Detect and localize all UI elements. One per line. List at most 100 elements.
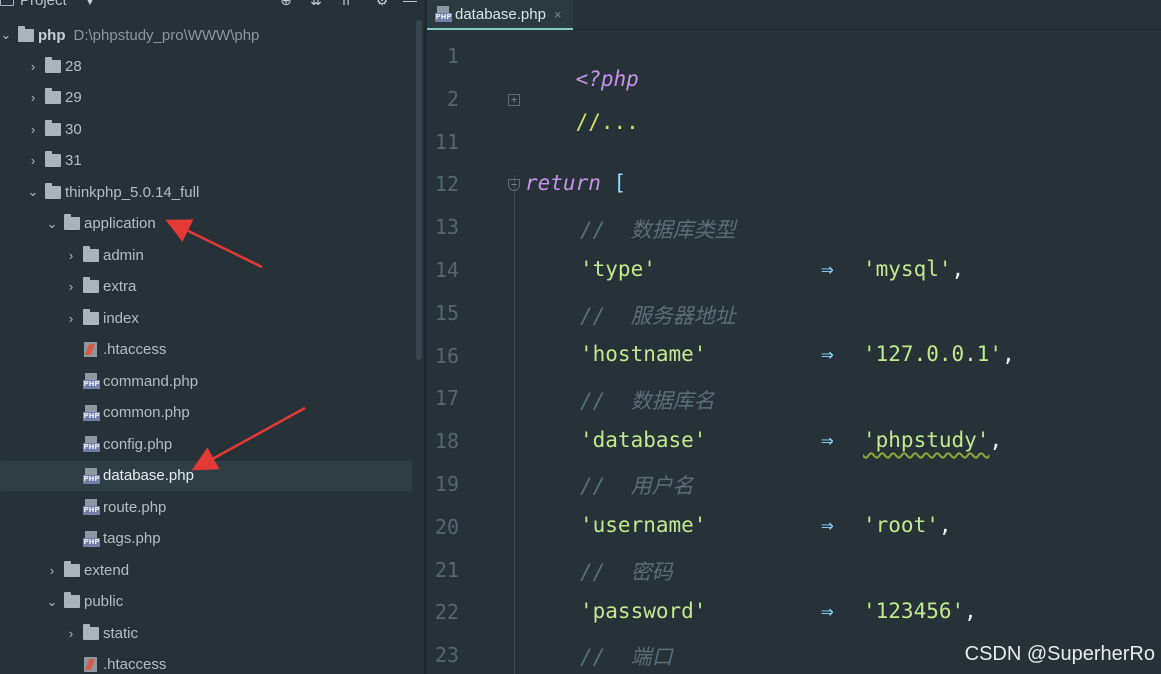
- code-line-20[interactable]: 'username': [580, 513, 706, 537]
- htaccess-file-icon: [83, 656, 99, 673]
- code-line-16[interactable]: 'hostname': [580, 342, 706, 366]
- tab-database-php[interactable]: PHP database.php ×: [427, 0, 573, 30]
- tab-label: database.php: [455, 5, 546, 23]
- line-number: 11: [434, 129, 459, 154]
- value-username: 'root',: [863, 513, 952, 537]
- tree-item-label: 29: [65, 89, 82, 106]
- comment-port[interactable]: // 端口: [580, 641, 673, 671]
- code-line-2[interactable]: //...: [525, 86, 639, 158]
- comment-username[interactable]: // 用户名: [580, 470, 694, 500]
- tree-item-public[interactable]: ⌄ public: [0, 587, 412, 617]
- tree-item-database-php[interactable]: PHP database.php: [0, 460, 412, 491]
- tree-item-28[interactable]: › 28: [0, 51, 412, 81]
- folder-icon: [18, 25, 34, 42]
- indent-guide: [514, 175, 515, 674]
- tree-item-30[interactable]: › 30: [0, 114, 412, 144]
- folder-icon: [45, 56, 61, 73]
- tree-item-label: 28: [65, 57, 82, 75]
- project-panel: Project ▼ ⊕ ⇊ ⇈ ⚙ — ⌄ php D:\phpstudy_pr…: [0, 0, 424, 674]
- tree-item-29[interactable]: › 29: [0, 83, 412, 113]
- tree-item-static[interactable]: › static: [0, 618, 412, 648]
- tree-item-label: thinkphp_5.0.14_full: [65, 183, 200, 201]
- chevron-down-icon[interactable]: ⌄: [27, 184, 39, 200]
- fold-expand-icon[interactable]: +: [508, 94, 520, 106]
- comment-hostname[interactable]: // 服务器地址: [580, 300, 736, 330]
- arrow-operator: ⇒: [821, 257, 834, 281]
- folded-block[interactable]: //...: [576, 110, 639, 134]
- tree-item-label: extend: [84, 561, 130, 579]
- tree-item-31[interactable]: › 31: [0, 146, 412, 176]
- tree-item-config-php[interactable]: PHP config.php: [0, 429, 412, 459]
- php-file-icon: PHP: [83, 467, 100, 484]
- root-folder-path: D:\phpstudy_pro\WWW\php: [73, 26, 260, 44]
- tree-item-label: application: [84, 215, 156, 232]
- tree-item-index[interactable]: › index: [0, 303, 412, 333]
- gear-icon[interactable]: ⚙: [374, 0, 390, 8]
- folder-icon: [64, 560, 80, 577]
- open-bracket: [: [613, 171, 627, 195]
- chevron-right-icon[interactable]: ›: [46, 563, 58, 578]
- line-number: 1: [446, 44, 459, 68]
- code-line-18[interactable]: 'database': [580, 428, 706, 452]
- folder-icon: [45, 88, 61, 104]
- chevron-right-icon[interactable]: ›: [65, 626, 77, 641]
- tree-item-label: extra: [103, 278, 137, 295]
- code-line-14[interactable]: 'type': [580, 257, 656, 281]
- line-number: 2: [446, 86, 459, 111]
- code-line-22[interactable]: 'password': [580, 599, 706, 623]
- line-number: 21: [434, 557, 459, 582]
- tree-item-thinkphp-5-0-14-full[interactable]: ⌄ thinkphp_5.0.14_full: [0, 177, 412, 207]
- minimize-icon[interactable]: —: [402, 0, 418, 8]
- folder-icon: [64, 592, 80, 608]
- chevron-right-icon[interactable]: ›: [27, 153, 39, 168]
- arrow-operator: ⇒: [821, 599, 834, 623]
- project-icon: [0, 0, 14, 6]
- tree-item-htaccess[interactable]: .htaccess: [0, 650, 412, 674]
- chevron-down-icon[interactable]: ▼: [84, 0, 96, 8]
- comment-password[interactable]: // 密码: [580, 556, 673, 586]
- tree-root[interactable]: ⌄ php D:\phpstudy_pro\WWW\php: [0, 20, 412, 50]
- line-number: 12: [434, 172, 459, 197]
- collapse-all-icon[interactable]: ⇈: [338, 0, 354, 8]
- tree-item-application[interactable]: ⌄ application: [0, 209, 412, 239]
- tree-item-route-php[interactable]: PHP route.php: [0, 492, 412, 522]
- chevron-down-icon[interactable]: ⌄: [0, 27, 12, 43]
- tree-scrollbar[interactable]: [416, 20, 422, 360]
- chevron-right-icon[interactable]: ›: [27, 90, 39, 105]
- tree-item-extra[interactable]: › extra: [0, 272, 412, 302]
- fold-collapse-icon[interactable]: −: [508, 179, 520, 191]
- close-icon[interactable]: ×: [554, 7, 562, 22]
- line-number: 22: [434, 600, 459, 625]
- project-panel-header: Project ▼ ⊕ ⇊ ⇈ ⚙ —: [0, 0, 424, 14]
- chevron-down-icon[interactable]: ⌄: [46, 216, 58, 232]
- folder-icon: [64, 214, 80, 230]
- tree-item-common-php[interactable]: PHP common.php: [0, 398, 412, 428]
- tree-item-htaccess[interactable]: .htaccess: [0, 335, 412, 365]
- tree-item-tags-php[interactable]: PHP tags.php: [0, 524, 412, 554]
- folder-icon: [83, 308, 99, 325]
- editor-tab-bar: PHP database.php ×: [427, 0, 1161, 30]
- line-number-gutter: 1 2 11 12 13 14 15 16 17 18 19 20 21 22 23: [427, 30, 515, 674]
- value-password: '123456',: [863, 599, 977, 623]
- locate-icon[interactable]: ⊕: [278, 0, 294, 8]
- comment-type[interactable]: // 数据库类型: [580, 214, 736, 244]
- tree-item-admin[interactable]: › admin: [0, 240, 412, 270]
- expand-all-icon[interactable]: ⇊: [308, 0, 324, 8]
- project-panel-title[interactable]: Project: [20, 0, 67, 9]
- chevron-right-icon[interactable]: ›: [27, 59, 39, 74]
- return-keyword: return: [525, 171, 601, 195]
- folder-icon: [45, 182, 61, 199]
- code-line-12[interactable]: return [: [525, 171, 626, 195]
- chevron-right-icon[interactable]: ›: [65, 279, 77, 294]
- folder-icon: [83, 245, 99, 262]
- tree-item-command-php[interactable]: PHP command.php: [0, 366, 412, 396]
- tree-item-label: tags.php: [103, 530, 161, 547]
- chevron-right-icon[interactable]: ›: [27, 122, 39, 137]
- chevron-down-icon[interactable]: ⌄: [46, 594, 58, 610]
- tree-item-extend[interactable]: › extend: [0, 555, 412, 585]
- tree-item-label: admin: [103, 246, 144, 264]
- comment-database[interactable]: // 数据库名: [580, 385, 715, 415]
- chevron-right-icon[interactable]: ›: [65, 311, 77, 326]
- php-file-icon: PHP: [83, 404, 100, 421]
- chevron-right-icon[interactable]: ›: [65, 248, 77, 263]
